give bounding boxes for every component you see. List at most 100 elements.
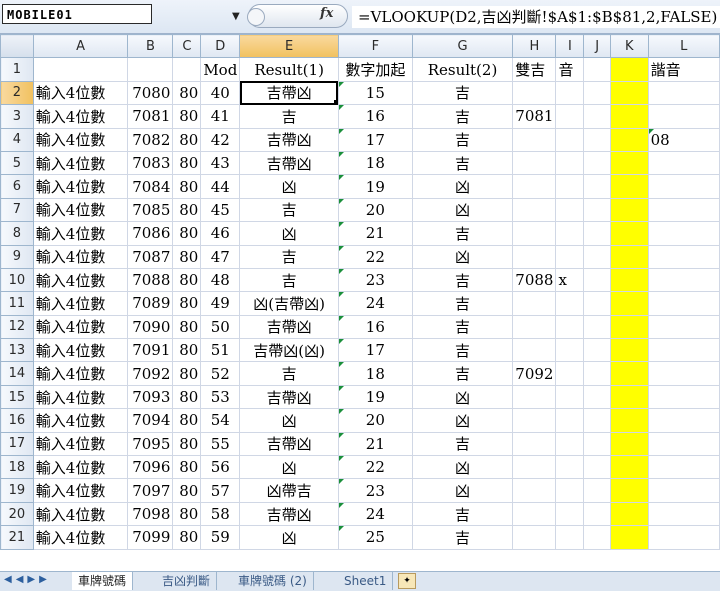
cell-b5[interactable]: 7083	[127, 150, 174, 176]
cell-h21[interactable]	[512, 525, 557, 550]
column-header-d[interactable]: D	[200, 33, 241, 59]
cell-l15[interactable]	[647, 384, 720, 410]
cell-i12[interactable]	[555, 314, 585, 340]
column-header-c[interactable]: C	[172, 33, 202, 59]
cell-g11[interactable]: 吉	[411, 291, 514, 316]
cell-k21[interactable]	[610, 525, 649, 550]
cell-g3[interactable]: 吉	[411, 104, 514, 129]
cell-f3[interactable]: 16	[337, 104, 413, 129]
cell-l12[interactable]	[647, 314, 720, 340]
cell-k7[interactable]	[610, 197, 649, 223]
cell-f8[interactable]: 21	[337, 221, 413, 246]
cell-l19[interactable]	[647, 478, 720, 503]
cell-e8[interactable]: 凶	[239, 221, 339, 246]
cell-a11[interactable]: 輸入4位數	[32, 291, 129, 316]
cell-k3[interactable]	[610, 104, 649, 129]
row-header[interactable]: 8	[0, 221, 34, 246]
cell-g9[interactable]: 凶	[411, 244, 514, 269]
cell-i1[interactable]: 音	[555, 57, 585, 82]
cell-g12[interactable]: 吉	[411, 314, 514, 340]
cell-j11[interactable]	[583, 291, 611, 316]
cell-k4[interactable]	[610, 127, 649, 152]
cell-j3[interactable]	[583, 104, 611, 129]
cell-i13[interactable]	[555, 338, 585, 363]
cell-b13[interactable]: 7091	[127, 338, 174, 363]
cell-e7[interactable]: 吉	[239, 197, 339, 223]
row-header[interactable]: 19	[0, 478, 34, 503]
row-header[interactable]: 3	[0, 104, 34, 129]
cell-i8[interactable]	[555, 221, 585, 246]
cell-j16[interactable]	[583, 408, 611, 433]
cell-f6[interactable]: 19	[337, 174, 413, 199]
cell-f4[interactable]: 17	[337, 127, 413, 152]
cell-e11[interactable]: 凶(吉帶凶)	[239, 291, 339, 316]
cell-f19[interactable]: 23	[337, 478, 413, 503]
cell-b18[interactable]: 7096	[127, 455, 174, 480]
cell-g14[interactable]: 吉	[411, 361, 514, 386]
cell-j5[interactable]	[583, 150, 611, 176]
cell-d5[interactable]: 43	[200, 150, 241, 176]
formula-input[interactable]: =VLOOKUP(D2,吉凶判斷!$A$1:$B$81,2,FALSE)	[352, 6, 720, 28]
cell-l14[interactable]	[647, 361, 720, 386]
cell-b6[interactable]: 7084	[127, 174, 174, 199]
cell-d21[interactable]: 59	[200, 525, 241, 550]
cell-l6[interactable]	[647, 174, 720, 199]
cell-k16[interactable]	[610, 408, 649, 433]
row-header[interactable]: 1	[0, 57, 34, 82]
cell-l13[interactable]	[647, 338, 720, 363]
cell-a15[interactable]: 輸入4位數	[32, 384, 129, 410]
cell-j4[interactable]	[583, 127, 611, 152]
cell-e17[interactable]: 吉帶凶	[239, 431, 339, 457]
cell-e5[interactable]: 吉帶凶	[239, 150, 339, 176]
cell-b14[interactable]: 7092	[127, 361, 174, 386]
cell-j19[interactable]	[583, 478, 611, 503]
cell-i2[interactable]	[555, 80, 585, 106]
cell-k20[interactable]	[610, 501, 649, 527]
cell-e14[interactable]: 吉	[239, 361, 339, 386]
cell-i7[interactable]	[555, 197, 585, 223]
cell-l3[interactable]	[647, 104, 720, 129]
cell-e19[interactable]: 凶帶吉	[239, 478, 339, 503]
sheet-tab-1[interactable]: 車牌號碼	[72, 572, 134, 590]
cell-k13[interactable]	[610, 338, 649, 363]
cell-d20[interactable]: 58	[200, 501, 241, 527]
cell-f12[interactable]: 16	[337, 314, 413, 340]
cell-h2[interactable]	[512, 80, 557, 106]
cell-h10[interactable]: 7088	[512, 267, 557, 293]
cell-k14[interactable]	[610, 361, 649, 386]
row-header[interactable]: 7	[0, 197, 34, 223]
cell-b19[interactable]: 7097	[127, 478, 174, 503]
cell-c18[interactable]: 80	[172, 455, 202, 480]
cell-a9[interactable]: 輸入4位數	[32, 244, 129, 269]
cell-c4[interactable]: 80	[172, 127, 202, 152]
cell-a4[interactable]: 輸入4位數	[32, 127, 129, 152]
row-header[interactable]: 13	[0, 338, 34, 363]
cell-c19[interactable]: 80	[172, 478, 202, 503]
cell-a19[interactable]: 輸入4位數	[32, 478, 129, 503]
cell-f15[interactable]: 19	[337, 384, 413, 410]
cell-f16[interactable]: 20	[337, 408, 413, 433]
cell-e2[interactable]: 吉帶凶	[239, 80, 339, 106]
cell-b20[interactable]: 7098	[127, 501, 174, 527]
column-header-a[interactable]: A	[32, 33, 129, 59]
cell-h19[interactable]	[512, 478, 557, 503]
cell-f10[interactable]: 23	[337, 267, 413, 293]
cell-k2[interactable]	[610, 80, 649, 106]
row-header[interactable]: 9	[0, 244, 34, 269]
cell-c2[interactable]: 80	[172, 80, 202, 106]
cell-i16[interactable]	[555, 408, 585, 433]
cell-k17[interactable]	[610, 431, 649, 457]
cell-g13[interactable]: 吉	[411, 338, 514, 363]
cell-i14[interactable]	[555, 361, 585, 386]
cell-j15[interactable]	[583, 384, 611, 410]
cell-b2[interactable]: 7080	[127, 80, 174, 106]
row-header[interactable]: 14	[0, 361, 34, 386]
cell-j6[interactable]	[583, 174, 611, 199]
cell-a8[interactable]: 輸入4位數	[32, 221, 129, 246]
cell-g6[interactable]: 凶	[411, 174, 514, 199]
cell-c16[interactable]: 80	[172, 408, 202, 433]
cell-j2[interactable]	[583, 80, 611, 106]
cell-f11[interactable]: 24	[337, 291, 413, 316]
cell-d9[interactable]: 47	[200, 244, 241, 269]
cell-k19[interactable]	[610, 478, 649, 503]
